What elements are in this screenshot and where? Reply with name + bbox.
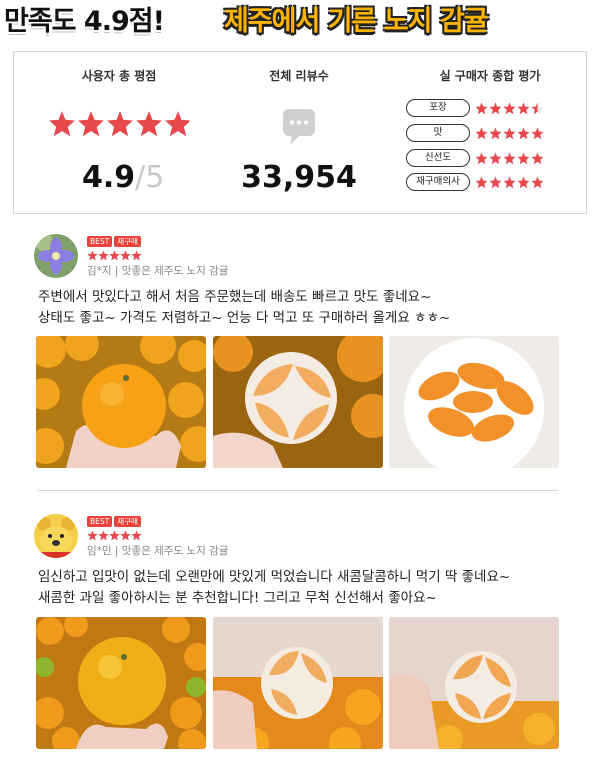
evaluation-row: 포장 [406, 98, 544, 118]
rating-star-icon [78, 111, 104, 137]
review-divider [38, 490, 558, 491]
rating-star-icon [531, 176, 544, 188]
evaluation-row: 재구매의사 [406, 172, 544, 192]
review-text-line-1: 주변에서 맛있다고 해서 처음 주문했는데 배송도 빠르고 맛도 좋네요~ [38, 289, 432, 305]
evaluation-category-label: 신선도 [406, 149, 470, 167]
tangerine-segments-photo[interactable] [389, 336, 559, 468]
rating-star-icon [517, 152, 530, 164]
rating-star-icon [517, 127, 530, 139]
rating-star-icon [503, 152, 516, 164]
rating-star-icon [120, 250, 131, 261]
speech-bubble-icon [283, 109, 315, 145]
rating-star-icon [131, 250, 142, 261]
rating-star-icon [475, 127, 488, 139]
rating-star-icon [503, 176, 516, 188]
peeled-tangerine-photo[interactable] [213, 336, 383, 468]
rating-star-icon [136, 111, 162, 137]
evaluation-stars [475, 152, 544, 165]
rating-star-icon [489, 102, 502, 114]
best-badge: BEST [87, 516, 113, 527]
review-text-line-1: 임신하고 입맛이 없는데 오랜만에 맛있게 먹었습니다 새콤달콤하니 먹기 딱 … [38, 569, 511, 585]
average-score: 4.9/5 [82, 160, 164, 195]
bear-avatar [34, 514, 78, 558]
rating-star-icon [98, 250, 109, 261]
rating-star-icon [531, 102, 544, 114]
review-meta: 임*민 | 맛좋은 제주도 노지 감귤 [87, 545, 229, 557]
average-rating-title: 사용자 총 평점 [81, 69, 157, 83]
rating-star-icon [531, 127, 544, 139]
rating-star-icon [475, 152, 488, 164]
score-max: /5 [135, 160, 165, 195]
evaluation-stars [475, 102, 544, 115]
average-rating-column: 사용자 총 평점 4.9/5 [14, 52, 224, 213]
buyer-evaluation-title: 실 구매자 종합 평가 [439, 69, 541, 83]
repurchase-badge: 재구매 [114, 236, 141, 247]
review-stars [87, 530, 142, 541]
rating-star-icon [489, 127, 502, 139]
rating-star-icon [489, 152, 502, 164]
product-headline: 제주에서 기른 노지 감귤 [224, 6, 489, 37]
rating-star-icon [120, 530, 131, 541]
rating-star-icon [475, 102, 488, 114]
hero-banner: 만족도 4.9점! 제주에서 기른 노지 감귤 [0, 0, 600, 48]
rating-star-icon [109, 530, 120, 541]
evaluation-row: 맛 [406, 123, 544, 143]
rating-star-icon [98, 530, 109, 541]
review-count: 33,954 [241, 160, 357, 195]
tangerine-in-hand-photo[interactable] [36, 336, 206, 468]
rating-star-icon [131, 530, 142, 541]
review-text-line-2: 새콤한 과일 좋아하시는 분 추천합니다! 그리고 무척 신선해서 좋아요~ [38, 590, 437, 606]
review-badges: BEST 재구매 [87, 236, 141, 247]
rating-star-icon [503, 127, 516, 139]
rating-star-icon [87, 530, 98, 541]
buyer-evaluation-column: 실 구매자 종합 평가 포장맛신선도재구매의사 [394, 52, 586, 213]
rating-star-icon [107, 111, 133, 137]
review-stars [87, 250, 142, 261]
repurchase-badge: 재구매 [114, 516, 141, 527]
peeled-tangerine-hand-photo[interactable] [389, 617, 559, 749]
best-badge: BEST [87, 236, 113, 247]
evaluation-category-label: 맛 [406, 124, 470, 142]
review-text-line-2: 상태도 좋고~ 가격도 저렴하고~ 언능 다 먹고 또 구매하러 올게요 ㅎㅎ~ [38, 310, 451, 326]
rating-star-icon [87, 250, 98, 261]
review-meta: 김*지 | 맛좋은 제주도 노지 감귤 [87, 265, 229, 277]
rating-star-icon [517, 176, 530, 188]
score-value: 4.9 [82, 160, 136, 195]
rating-star-icon [503, 102, 516, 114]
rating-star-icon [165, 111, 191, 137]
evaluation-row: 신선도 [406, 148, 544, 168]
rating-star-icon [109, 250, 120, 261]
rating-star-icon [531, 152, 544, 164]
review-count-title: 전체 리뷰수 [269, 69, 329, 83]
rating-star-icon [475, 176, 488, 188]
evaluation-stars [475, 127, 544, 140]
flower-avatar [34, 234, 78, 278]
rating-star-icon [517, 102, 530, 114]
review-count-column: 전체 리뷰수 33,954 [224, 52, 374, 213]
rating-star-icon [49, 111, 75, 137]
evaluation-category-label: 재구매의사 [406, 173, 470, 191]
average-rating-stars [48, 110, 192, 138]
peeled-tangerine-box-photo[interactable] [213, 617, 383, 749]
rating-star-icon [489, 176, 502, 188]
satisfaction-headline: 만족도 4.9점! [4, 6, 165, 37]
rating-summary: 사용자 총 평점 4.9/5 전체 리뷰수 33,954 실 구매자 종합 평가… [13, 51, 587, 214]
review-badges: BEST 재구매 [87, 516, 141, 527]
evaluation-category-label: 포장 [406, 99, 470, 117]
tangerine-over-box-photo[interactable] [36, 617, 206, 749]
evaluation-stars [475, 176, 544, 189]
